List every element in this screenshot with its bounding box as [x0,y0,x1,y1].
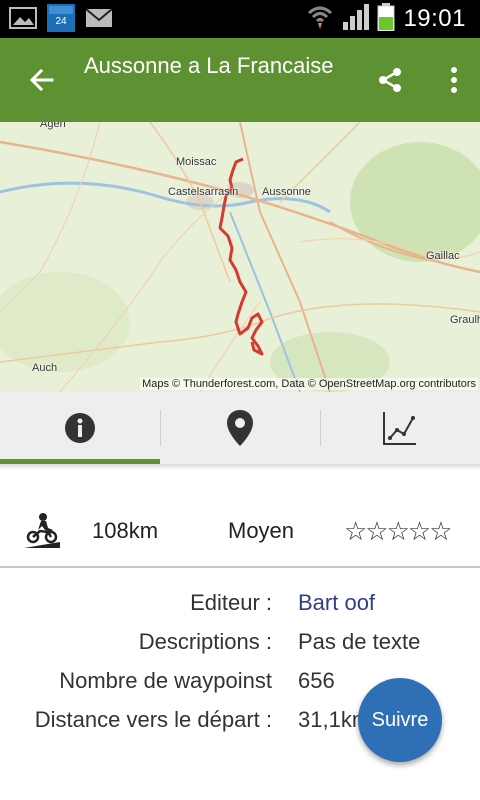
place-label: Graulh [450,314,480,326]
follow-button[interactable]: Suivre [358,678,442,762]
divider [0,566,480,568]
descriptions-row: Descriptions : Pas de texte [0,625,480,661]
tab-elevation[interactable] [320,392,480,464]
app-bar: Aussonne a La Francaise [0,38,480,122]
share-button[interactable] [372,62,408,98]
map-attribution: Maps © Thunderforest.com, Data © OpenStr… [140,378,478,390]
share-icon [379,68,401,92]
descriptions-value: Pas de texte [298,629,421,654]
more-options-button[interactable] [436,62,472,98]
place-label: Castelsarrasin [168,186,239,198]
back-button[interactable] [24,62,60,98]
arrow-left-icon [29,68,54,92]
waypoints-label: Nombre de waypoinst [59,668,272,693]
info-icon [65,413,95,443]
system-icons: 19:01 [307,0,466,38]
location-pin-icon [227,410,253,446]
tab-bar [0,392,480,464]
mail-icon [84,5,114,31]
battery-icon [377,2,395,36]
rating-stars[interactable]: ☆☆☆☆☆ [344,516,453,547]
route-map[interactable]: Agen Moissac Castelsarrasin Aussonne Gai… [0,122,480,392]
route-distance: 108km [92,518,159,543]
waypoints-value: 656 [298,668,335,693]
image-icon [8,5,38,31]
clock: 19:01 [403,5,466,32]
motorbike-icon [24,513,60,548]
svg-text:24: 24 [55,16,67,27]
notification-icons: 24 [8,4,114,32]
place-label: Auch [32,362,58,374]
tab-shadow [0,464,480,470]
tab-map[interactable] [160,392,320,464]
editor-link[interactable]: Bart oof [298,590,375,616]
page-title: Aussonne a La Francaise [84,53,334,78]
more-vert-icon [451,67,457,93]
wifi-icon [307,5,333,34]
status-bar: 24 19:01 [0,0,480,38]
line-chart-icon [383,412,416,445]
france24-app-icon: 24 [46,4,76,32]
map-canvas [0,122,480,392]
place-label: Moissac [176,156,217,168]
signal-icon [341,3,370,35]
place-label: Agen [40,122,66,130]
descriptions-label: Descriptions : [138,629,272,654]
route-summary: 108km Moyen ☆☆☆☆☆ [0,500,480,562]
place-label: Aussonne [262,186,311,198]
start-distance-label: Distance vers le départ : [34,707,272,732]
editor-row: Editeur : Bart oof [0,586,480,622]
tab-info[interactable] [0,392,160,464]
place-label: Gaillac [426,250,460,262]
route-difficulty: Moyen [228,518,295,543]
editor-label: Editeur : [190,590,272,615]
